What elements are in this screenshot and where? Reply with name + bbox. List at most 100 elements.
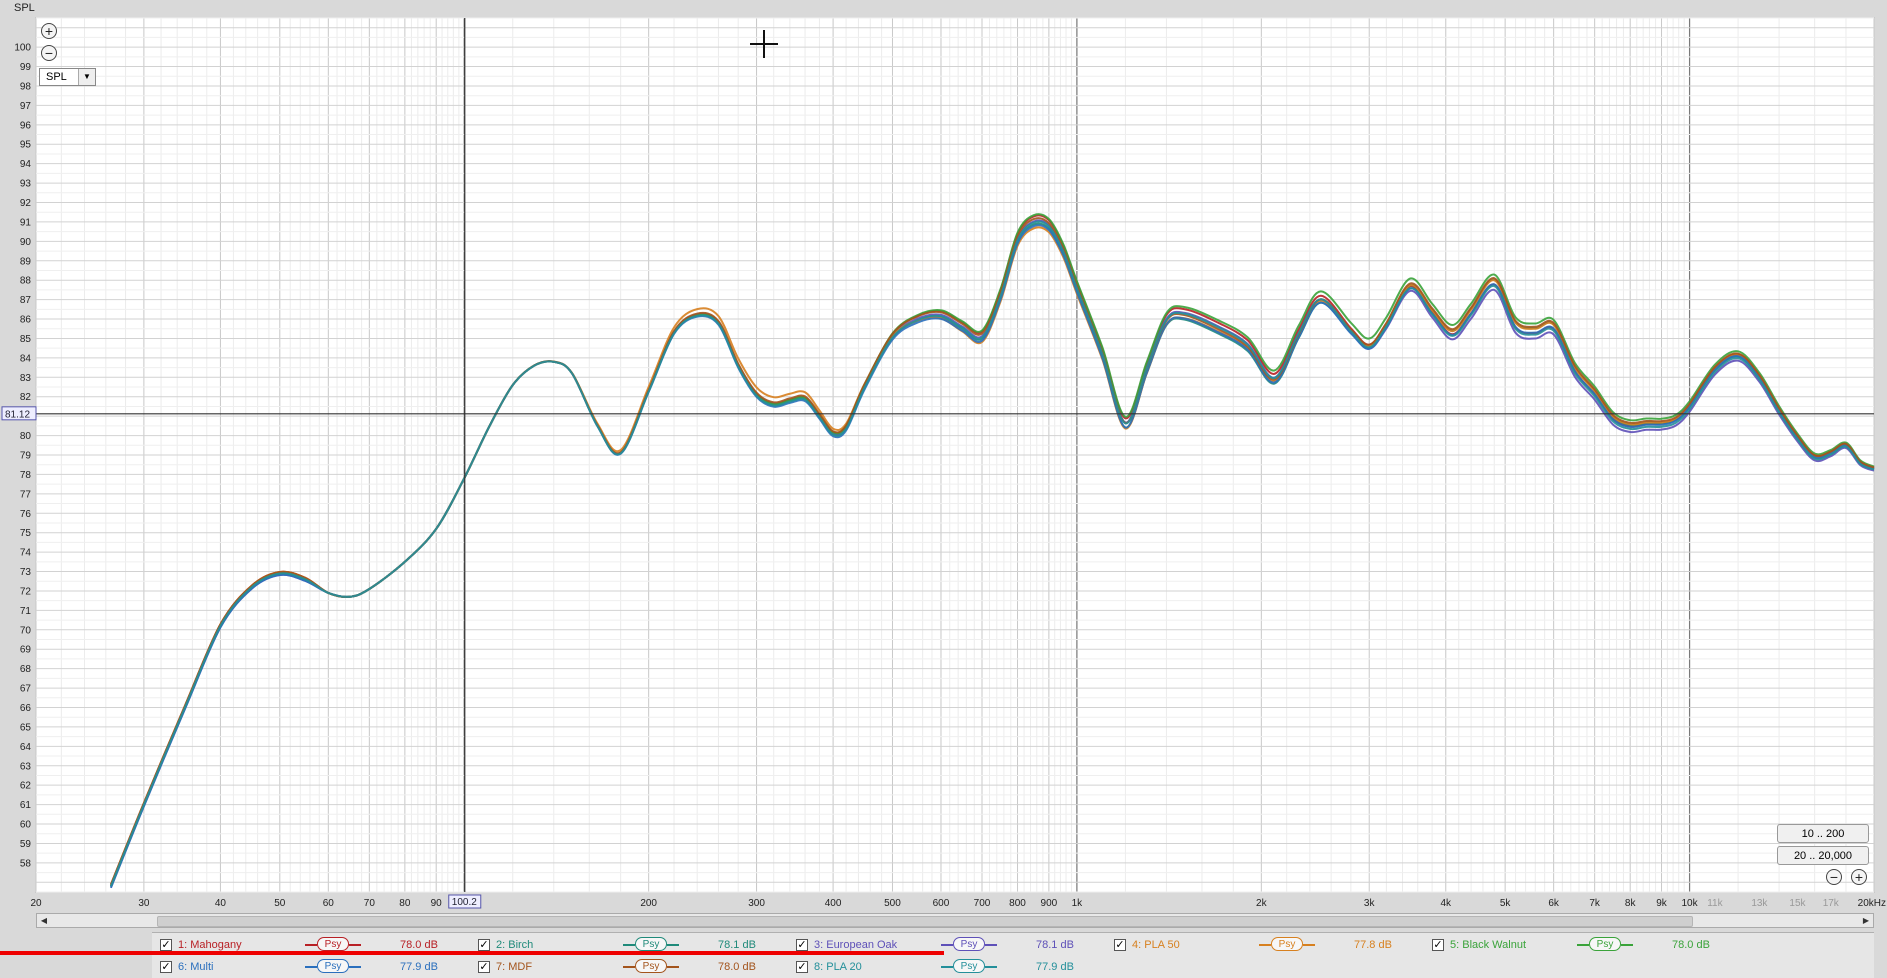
x-tick-label: 15k [1789,898,1806,909]
psy-smoothing-button[interactable]: Psy [1577,937,1633,951]
y-tick-label: 85 [20,334,32,345]
y-tick-label: 80 [20,431,32,442]
x-tick-label: 8k [1625,898,1637,909]
legend-checkbox[interactable]: ✓ [1432,939,1444,951]
x-tick-label: 60 [323,898,335,909]
scroll-left-icon[interactable]: ◀ [37,914,51,927]
x-tick-label: 900 [1041,898,1058,909]
zoom-out-icon[interactable]: − [1826,869,1842,885]
x-tick-label: 10k [1682,898,1699,909]
horizontal-scrollbar[interactable]: ◀ ▶ [36,913,1874,928]
psy-smoothing-button[interactable]: Psy [305,959,361,973]
x-tick-label: 13k [1751,898,1768,909]
y-tick-label: 96 [20,120,32,131]
y-tick-label: 77 [20,489,32,500]
x-tick-label: 300 [748,898,765,909]
y-tick-label: 87 [20,295,32,306]
x-tick-label: 600 [933,898,950,909]
x-tick-label: 30 [138,898,150,909]
x-tick-label: 20kHz [1858,898,1886,909]
y-tick-label: 78 [20,470,32,481]
legend-name: 1: Mahogany [178,939,242,951]
measure-select-value: SPL [46,71,67,83]
measure-select[interactable]: SPL ▼ [39,68,96,86]
y-tick-label: 79 [20,451,32,462]
legend-level: 77.8 dB [1354,939,1392,951]
legend-item[interactable]: ✓ 4: PLA 50 Psy 77.8 dB [1106,936,1416,956]
video-progress-bar[interactable] [0,951,944,955]
x-tick-label: 7k [1589,898,1601,909]
legend-checkbox[interactable]: ✓ [796,939,808,951]
y-tick-label: 66 [20,703,32,714]
psy-smoothing-button[interactable]: Psy [1259,937,1315,951]
legend-checkbox[interactable]: ✓ [796,961,808,973]
y-tick-label: 89 [20,256,32,267]
y-tick-label: 83 [20,373,32,384]
y-tick-label: 64 [20,742,32,753]
legend-checkbox[interactable]: ✓ [478,939,490,951]
y-tick-label: 70 [20,625,32,636]
legend-level: 78.0 dB [1672,939,1710,951]
legend-name: 4: PLA 50 [1132,939,1180,951]
spl-graph[interactable]: 58 59 60 61 62 63 64 65 66 67 68 69 70 71 72 73 74 75 76 77… [0,0,1887,977]
legend-name: 5: Black Walnut [1450,939,1527,951]
x-tick-label: 17k [1823,898,1840,909]
legend-item[interactable]: ✓ 7: MDF Psy 78.0 dB [470,958,780,978]
legend-level: 78.1 dB [1036,939,1074,951]
x-tick-label: 200 [640,898,657,909]
legend-item[interactable]: ✓ 5: Black Walnut Psy 78.0 dB [1424,936,1734,956]
x-tick-label: 3k [1364,898,1376,909]
y-tick-label: 98 [20,81,32,92]
zoom-out-icon[interactable]: − [41,45,57,61]
legend-checkbox[interactable]: ✓ [160,939,172,951]
x-tick-label: 6k [1548,898,1560,909]
legend-item[interactable]: ✓ 8: PLA 20 Psy 77.9 dB [788,958,1098,978]
measurement-legend: ✓ 1: Mahogany Psy 78.0 dB ✓ 2: Birch Psy 78.1 d… [152,932,1874,978]
x-tick-label: 40 [215,898,227,909]
y-tick-label: 63 [20,761,32,772]
legend-name: 2: Birch [496,939,534,951]
chevron-down-icon[interactable]: ▼ [78,69,95,85]
psy-smoothing-button[interactable]: Psy [941,937,997,951]
x-tick-label: 500 [884,898,901,909]
legend-checkbox[interactable]: ✓ [1114,939,1126,951]
psy-smoothing-button[interactable]: Psy [623,959,679,973]
scroll-right-icon[interactable]: ▶ [1859,914,1873,927]
legend-level: 78.0 dB [718,961,756,973]
y-tick-label: 71 [20,606,32,617]
x-tick-label: 80 [399,898,411,909]
legend-checkbox[interactable]: ✓ [160,961,172,973]
psy-smoothing-button[interactable]: Psy [941,959,997,973]
y-tick-label: 93 [20,179,32,190]
y-tick-label: 88 [20,276,32,287]
y-tick-label: 99 [20,62,32,73]
y-tick-label: 73 [20,567,32,578]
x-tick-label: 50 [274,898,286,909]
legend-name: 7: MDF [496,961,533,973]
scrollbar-thumb[interactable] [157,916,1693,927]
cursor-frequency-label: 100.2 [452,897,477,908]
psy-smoothing-button[interactable]: Psy [305,937,361,951]
zoom-in-icon[interactable]: + [1851,869,1867,885]
range-10-200-button[interactable]: 10 .. 200 [1777,824,1869,843]
zoom-in-icon[interactable]: + [41,23,57,39]
x-tick-label: 400 [825,898,842,909]
x-tick-label: 5k [1500,898,1512,909]
legend-item[interactable]: ✓ 6: Multi Psy 77.9 dB [152,958,462,978]
y-tick-label: 76 [20,509,32,520]
y-tick-label: 72 [20,586,32,597]
legend-level: 77.9 dB [1036,961,1074,973]
y-tick-label: 91 [20,217,32,228]
legend-name: 6: Multi [178,961,214,973]
x-tick-label: 700 [974,898,991,909]
legend-name: 8: PLA 20 [814,961,862,973]
y-tick-label: 58 [20,858,32,869]
x-tick-label: 20 [30,898,42,909]
x-tick-label: 9k [1656,898,1668,909]
y-tick-label: 61 [20,800,32,811]
legend-checkbox[interactable]: ✓ [478,961,490,973]
y-tick-label: 90 [20,237,32,248]
range-20-20000-button[interactable]: 20 .. 20,000 [1777,846,1869,865]
psy-smoothing-button[interactable]: Psy [623,937,679,951]
y-tick-label: 75 [20,528,32,539]
